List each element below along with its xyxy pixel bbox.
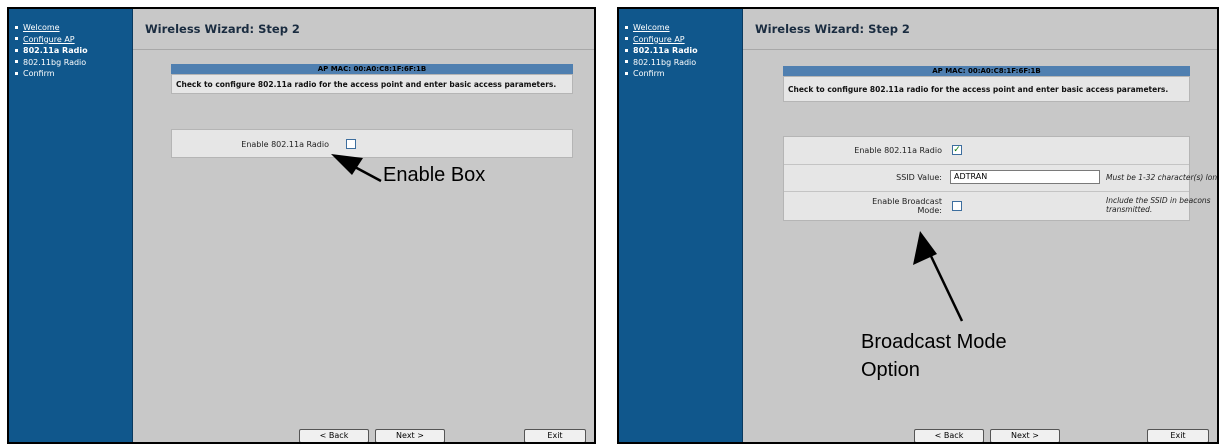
callout-enable-box: Enable Box: [383, 164, 486, 186]
callout-line-1: Broadcast Mode: [861, 331, 1007, 353]
arrow-icon: [331, 154, 382, 183]
screenshot-step2-enabled: Welcome Configure AP 802.11a Radio 802.1…: [617, 7, 1219, 444]
screenshot-step2-disabled: Welcome Configure AP 802.11a Radio 802.1…: [7, 7, 596, 444]
callout-broadcast-mode: Broadcast Mode Option: [861, 328, 1007, 384]
callout-line-2: Option: [861, 359, 920, 381]
